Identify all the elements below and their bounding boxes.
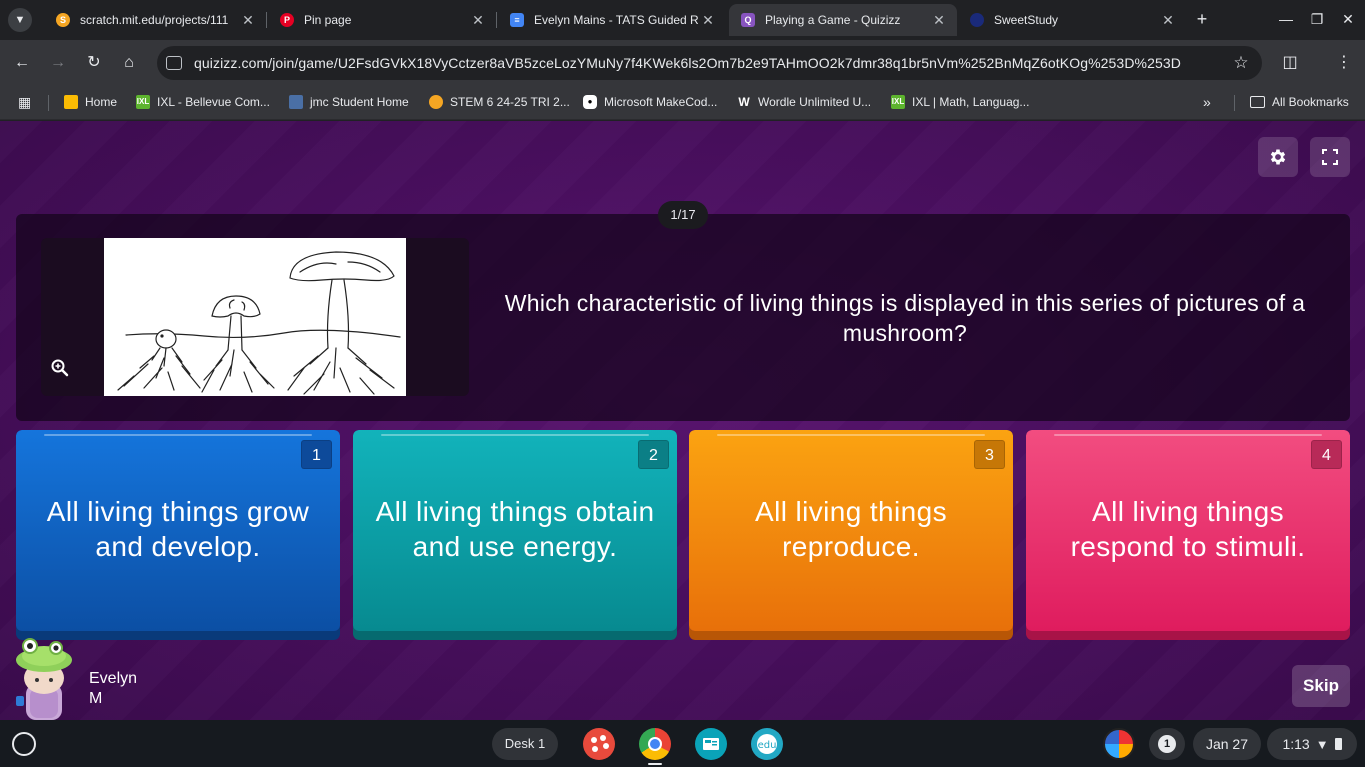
wordle-icon: W — [738, 95, 750, 109]
clock-time: 1:13 — [1282, 736, 1310, 752]
home-bookmark-icon — [64, 95, 78, 109]
bookmarks-bar: ▦ Home IXL IXL - Bellevue Com... jmc Stu… — [0, 85, 1365, 120]
option-number: 2 — [638, 440, 669, 469]
bookmark-star-icon[interactable]: ☆ — [1226, 53, 1256, 73]
makecode-icon: ● — [583, 95, 597, 109]
back-icon[interactable]: ← — [10, 51, 34, 75]
option-number: 1 — [301, 440, 332, 469]
apps-grid-icon[interactable]: ▦ — [18, 93, 31, 111]
player-avatar — [12, 638, 74, 720]
close-tab-icon[interactable]: ✕ — [700, 12, 716, 29]
url-text[interactable]: quizizz.com/join/game/U2FsdGVkX18VyCctze… — [194, 55, 1226, 71]
fullscreen-icon — [1322, 149, 1338, 165]
zoom-in-icon — [51, 359, 69, 377]
tab-sweetstudy[interactable]: SweetStudy ✕ — [958, 4, 1186, 36]
answer-option-3[interactable]: 3 All living things reproduce. — [689, 430, 1013, 640]
desk-switcher[interactable]: Desk 1 — [492, 728, 558, 760]
tab-google-docs[interactable]: ≡ Evelyn Mains - TATS Guided R ✕ — [498, 4, 726, 36]
bookmark-stem[interactable]: STEM 6 24-25 TRI 2... — [429, 93, 570, 111]
sweetstudy-favicon-icon — [970, 13, 984, 27]
scratch-icon — [429, 95, 443, 109]
bookmark-makecode[interactable]: ● Microsoft MakeCod... — [583, 93, 717, 111]
date-tray[interactable]: Jan 27 — [1193, 728, 1261, 760]
question-counter: 1/17 — [658, 201, 708, 229]
close-window-icon[interactable]: ✕ — [1337, 8, 1359, 30]
close-tab-icon[interactable]: ✕ — [240, 12, 256, 29]
bookmark-ixl-math[interactable]: IXL IXL | Math, Languag... — [891, 93, 1029, 111]
chrome-app-icon[interactable] — [639, 728, 671, 760]
google-docs-favicon-icon: ≡ — [510, 13, 524, 27]
quiz-page: 1/17 Which characteristic of living thin… — [0, 121, 1365, 720]
all-bookmarks-folder[interactable]: All Bookmarks — [1250, 93, 1349, 111]
home-icon[interactable]: ⌂ — [117, 51, 141, 75]
jmc-icon — [289, 95, 303, 109]
launcher-icon[interactable] — [12, 732, 36, 756]
close-tab-icon[interactable]: ✕ — [470, 12, 486, 29]
pinterest-favicon-icon: P — [280, 13, 294, 27]
notification-count-badge: 1 — [1158, 735, 1176, 753]
close-tab-icon[interactable]: ✕ — [1160, 12, 1176, 29]
folder-icon — [1250, 96, 1265, 108]
player-name: Evelyn M — [89, 670, 138, 707]
settings-button[interactable] — [1258, 137, 1298, 177]
more-bookmarks-icon[interactable]: » — [1203, 93, 1211, 111]
restore-window-icon[interactable]: ❐ — [1306, 8, 1328, 30]
option-number: 4 — [1311, 440, 1342, 469]
svg-text:edu: edu — [758, 740, 777, 751]
browser-toolbar: ← → ↻ ⌂ quizizz.com/join/game/U2FsdGVkX1… — [0, 40, 1365, 85]
option-text: All living things reproduce. — [755, 496, 947, 562]
browser-menu-icon[interactable]: ⋮ — [1332, 51, 1356, 75]
gear-icon — [1270, 149, 1286, 165]
user-profile-icon[interactable] — [1103, 728, 1135, 760]
forward-icon[interactable]: → — [46, 51, 70, 75]
new-tab-icon[interactable]: + — [1192, 9, 1212, 29]
skip-button[interactable]: Skip — [1292, 665, 1350, 707]
question-image-container — [41, 238, 469, 396]
tab-strip: ▼ S scratch.mit.edu/projects/111 ✕ P Pin… — [0, 0, 1365, 40]
ixl-icon: IXL — [891, 95, 905, 109]
extensions-icon[interactable]: ◫ — [1278, 51, 1302, 75]
classroom-app-icon[interactable] — [695, 728, 727, 760]
site-info-icon[interactable] — [166, 56, 182, 70]
bookmark-jmc[interactable]: jmc Student Home — [289, 93, 409, 111]
option-text: All living things grow and develop. — [46, 496, 310, 562]
option-text: All living things respond to stimuli. — [1070, 496, 1306, 562]
minimize-icon[interactable]: — — [1275, 8, 1297, 30]
ixl-icon: IXL — [136, 95, 150, 109]
tab-search-dropdown-icon[interactable]: ▼ — [8, 8, 32, 32]
bookmark-home[interactable]: Home — [64, 93, 117, 111]
edu-app-icon[interactable]: edu — [751, 728, 783, 760]
bookmark-ixl-bellevue[interactable]: IXL IXL - Bellevue Com... — [136, 93, 270, 111]
frog-avatar-icon — [16, 638, 72, 720]
tab-quizizz[interactable]: Q Playing a Game - Quizizz ✕ — [729, 4, 957, 36]
reload-icon[interactable]: ↻ — [82, 51, 106, 75]
quizizz-favicon-icon: Q — [741, 13, 755, 27]
question-text: Which characteristic of living things is… — [504, 290, 1306, 346]
scratch-favicon-icon: S — [56, 13, 70, 27]
option-text: All living things obtain and use energy. — [375, 496, 655, 562]
wifi-icon: ▼ — [1315, 736, 1329, 752]
zoom-image-button[interactable] — [51, 359, 71, 379]
close-tab-icon[interactable]: ✕ — [931, 12, 947, 29]
answer-option-1[interactable]: 1 All living things grow and develop. — [16, 430, 340, 640]
os-shelf: Desk 1 edu 1 Jan 27 1:13 ▼ — [0, 720, 1365, 767]
tab-scratch[interactable]: S scratch.mit.edu/projects/111 ✕ — [44, 4, 266, 36]
fullscreen-button[interactable] — [1310, 137, 1350, 177]
status-tray[interactable]: 1:13 ▼ — [1267, 728, 1357, 760]
tab-pinterest[interactable]: P Pin page ✕ — [268, 4, 496, 36]
canvas-app-icon[interactable] — [583, 728, 615, 760]
answer-option-2[interactable]: 2 All living things obtain and use energ… — [353, 430, 677, 640]
answer-option-4[interactable]: 4 All living things respond to stimuli. — [1026, 430, 1350, 640]
bookmark-wordle[interactable]: W Wordle Unlimited U... — [737, 93, 871, 111]
mushroom-growth-image[interactable] — [104, 238, 406, 396]
battery-icon — [1334, 738, 1342, 750]
address-bar[interactable]: quizizz.com/join/game/U2FsdGVkX18VyCctze… — [157, 46, 1262, 80]
option-number: 3 — [974, 440, 1005, 469]
notifications-tray[interactable]: 1 — [1149, 728, 1185, 760]
